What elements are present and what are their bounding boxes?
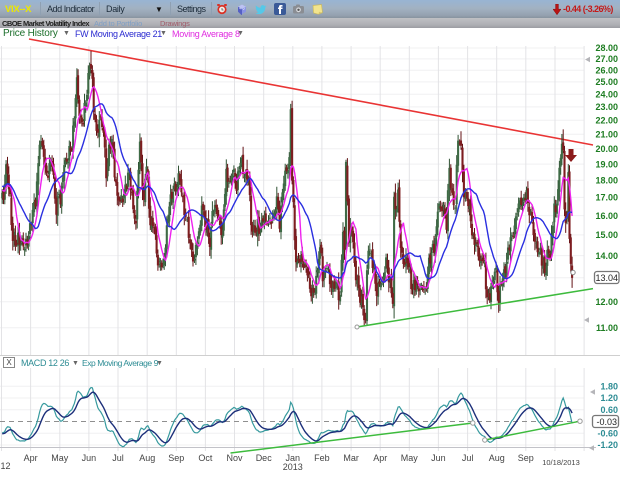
svg-text:Apr: Apr — [24, 453, 38, 463]
svg-text:Jun: Jun — [431, 453, 446, 463]
svg-text:1.80: 1.80 — [600, 381, 618, 391]
svg-text:1.20: 1.20 — [600, 393, 618, 403]
svg-text:26.00: 26.00 — [595, 65, 618, 75]
svg-text:0.60: 0.60 — [600, 405, 618, 415]
svg-text:18.00: 18.00 — [595, 176, 618, 186]
svg-text:28.00: 28.00 — [595, 43, 618, 53]
svg-text:16.00: 16.00 — [595, 211, 618, 221]
svg-text:Sep: Sep — [518, 453, 534, 463]
svg-text:-1.20: -1.20 — [597, 440, 618, 450]
svg-text:-0.03: -0.03 — [596, 417, 617, 427]
svg-text:Mar: Mar — [343, 453, 359, 463]
svg-text:24.00: 24.00 — [595, 89, 618, 99]
svg-text:Jun: Jun — [82, 453, 97, 463]
svg-text:Aug: Aug — [139, 453, 155, 463]
svg-text:20.00: 20.00 — [595, 144, 618, 154]
svg-text:13.04: 13.04 — [595, 273, 618, 283]
svg-text:Dec: Dec — [256, 453, 273, 463]
svg-text:15.00: 15.00 — [595, 230, 618, 240]
svg-text:Jul: Jul — [462, 453, 474, 463]
svg-text:Jul: Jul — [112, 453, 124, 463]
svg-text:Aug: Aug — [489, 453, 505, 463]
svg-text:21.00: 21.00 — [595, 129, 618, 139]
svg-text:-0.60: -0.60 — [597, 429, 618, 439]
svg-text:27.00: 27.00 — [595, 54, 618, 64]
svg-text:10/18/2013: 10/18/2013 — [542, 458, 580, 467]
svg-text:23.00: 23.00 — [595, 102, 618, 112]
svg-text:May: May — [401, 453, 419, 463]
svg-text:22.00: 22.00 — [595, 115, 618, 125]
svg-text:14.00: 14.00 — [595, 251, 618, 261]
svg-text:17.00: 17.00 — [595, 193, 618, 203]
svg-text:19.00: 19.00 — [595, 159, 618, 169]
svg-text:Apr: Apr — [373, 453, 387, 463]
svg-text:12.00: 12.00 — [595, 297, 618, 307]
svg-text:May: May — [51, 453, 69, 463]
svg-text:2013: 2013 — [283, 462, 303, 472]
svg-text:12: 12 — [1, 461, 11, 471]
svg-text:Oct: Oct — [198, 453, 213, 463]
svg-text:25.00: 25.00 — [595, 77, 618, 87]
svg-text:Feb: Feb — [314, 453, 330, 463]
svg-text:Sep: Sep — [168, 453, 184, 463]
svg-text:11.00: 11.00 — [596, 323, 618, 333]
svg-text:Nov: Nov — [226, 453, 243, 463]
